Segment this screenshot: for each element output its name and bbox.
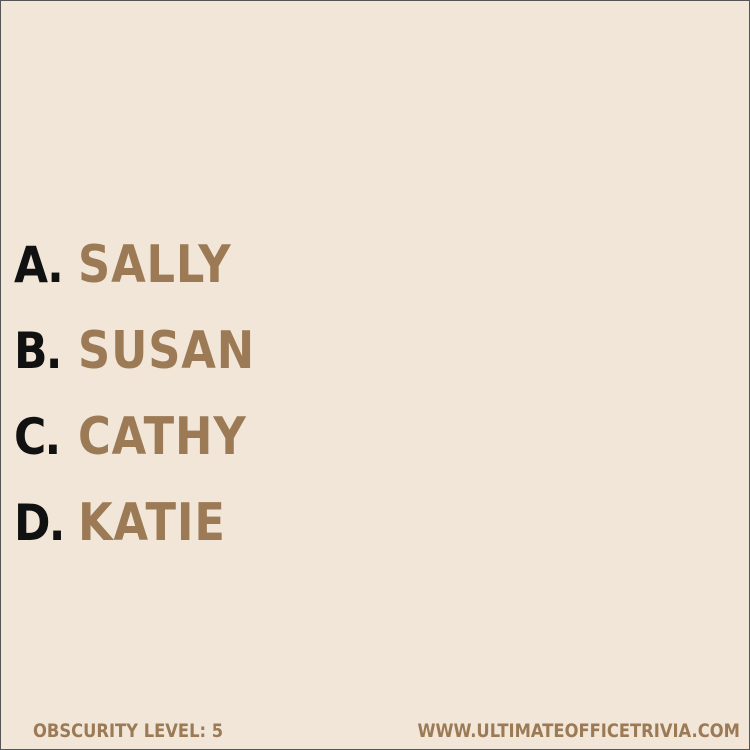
website-url: WWW.ULTIMATEOFFICETRIVIA.COM: [417, 720, 740, 742]
option-letter: D.: [14, 494, 65, 552]
option-answer: SALLY: [78, 235, 232, 295]
option-answer: SUSAN: [78, 321, 256, 381]
option-letter: A.: [14, 236, 64, 294]
option-answer: KATIE: [78, 493, 226, 553]
option-letter: C.: [14, 408, 61, 466]
option-letter: B.: [14, 322, 62, 380]
option-a: A. SALLY: [14, 222, 284, 308]
answer-options: A. SALLY B. SUSAN C. CATHY D. KATIE: [14, 222, 284, 566]
option-answer: CATHY: [78, 407, 247, 467]
option-d: D. KATIE: [14, 480, 284, 566]
option-c: C. CATHY: [14, 394, 284, 480]
obscurity-level: OBSCURITY LEVEL: 5: [33, 720, 224, 742]
option-b: B. SUSAN: [14, 308, 284, 394]
